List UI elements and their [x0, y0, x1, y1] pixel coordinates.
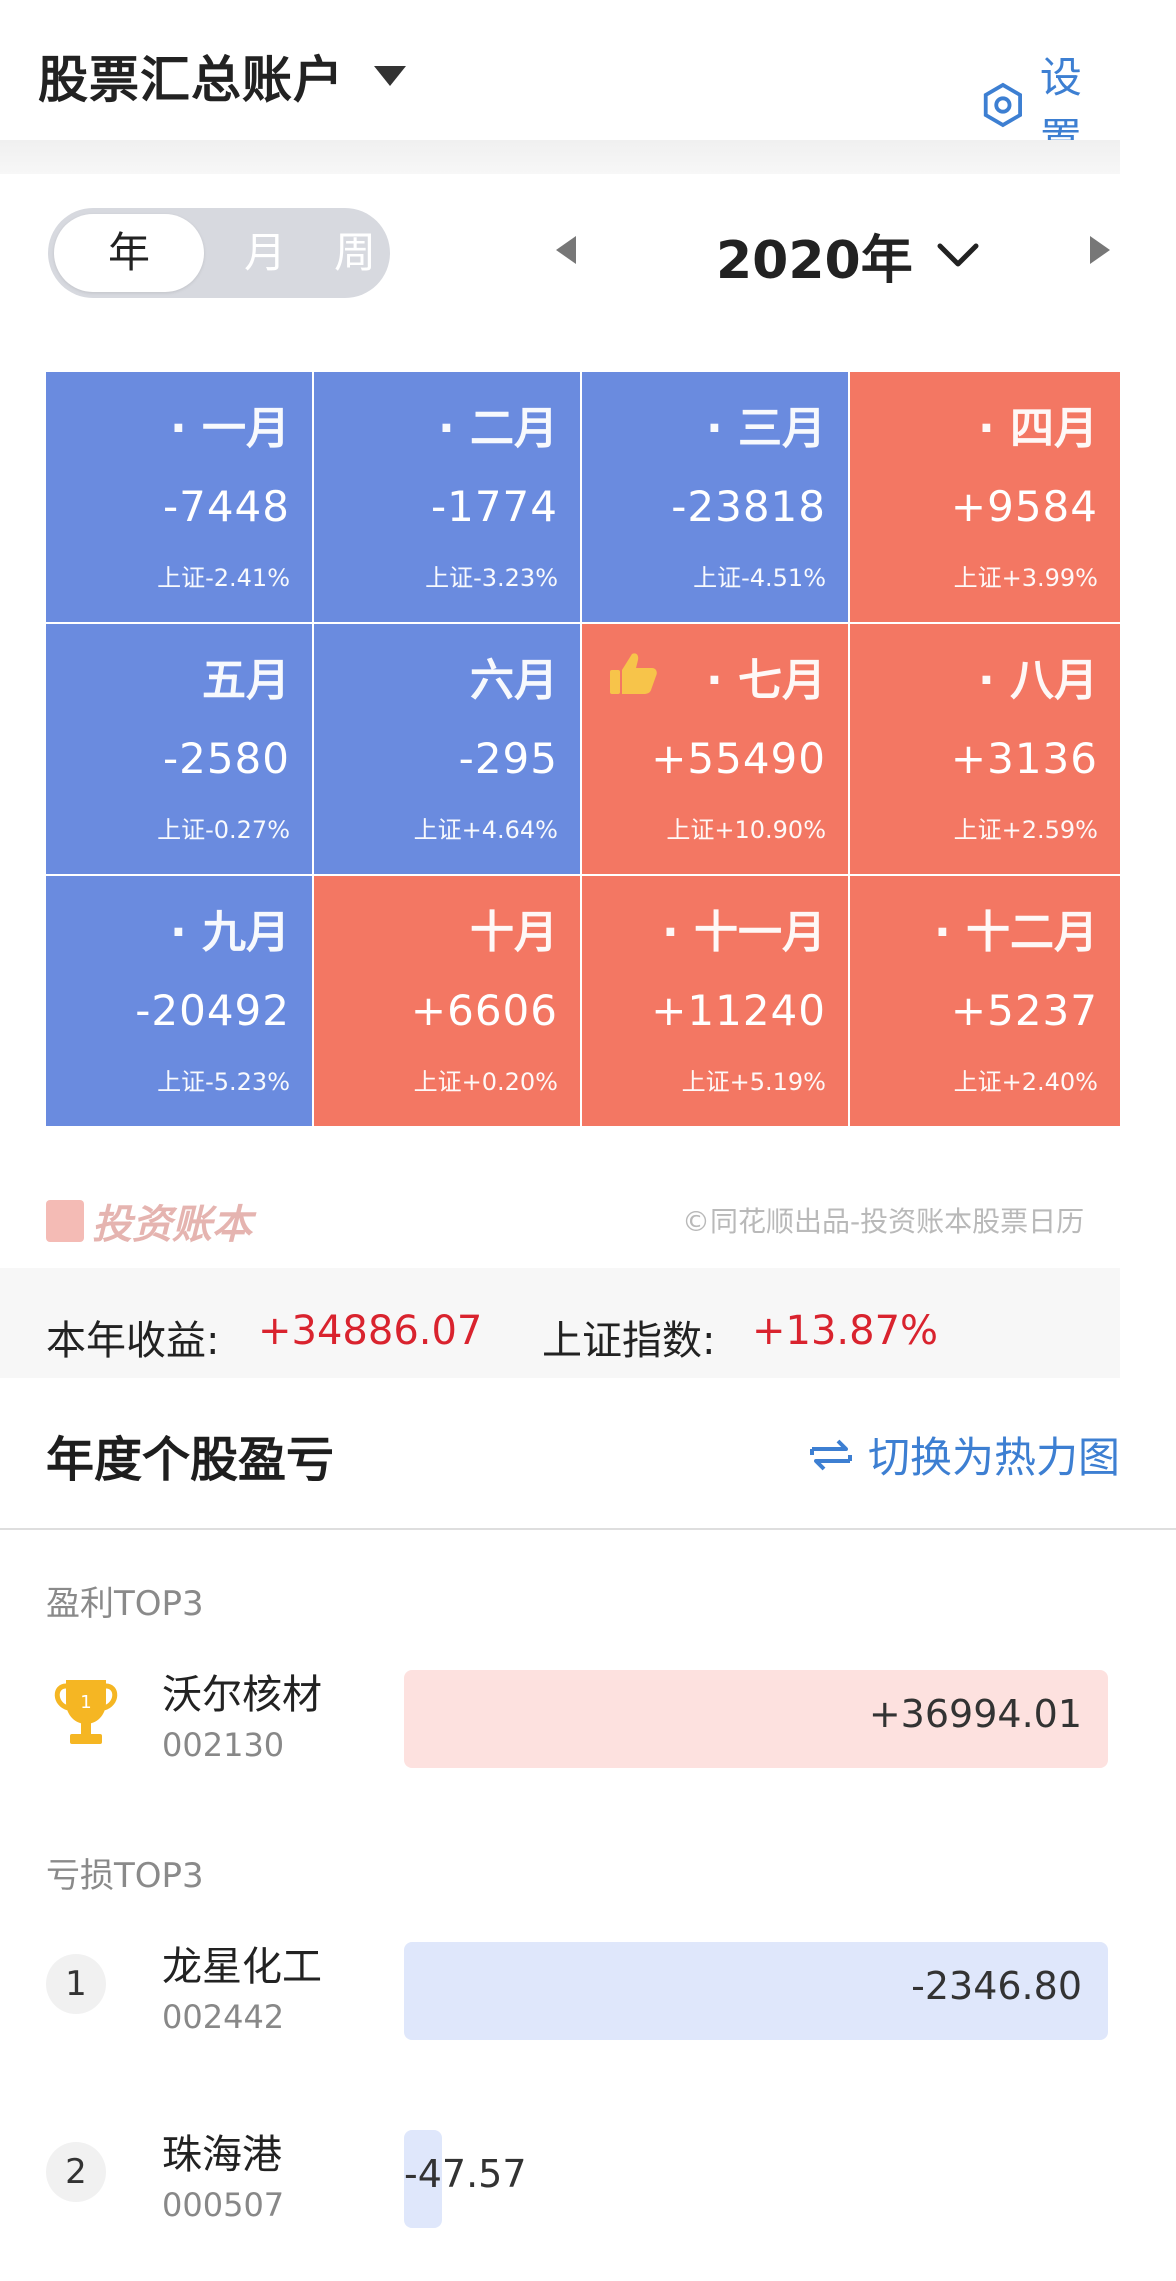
month-cell[interactable]: · 九月 -20492 上证-5.23% — [46, 876, 312, 1126]
gear-icon — [983, 82, 1022, 128]
month-name: 十月 — [470, 907, 558, 958]
month-value: -20492 — [135, 986, 290, 1035]
month-index-change: 上证-4.51% — [693, 564, 826, 592]
stock-name: 珠海港 — [162, 2132, 282, 2178]
header: 股票汇总账户 设置 — [0, 0, 1120, 163]
month-cell[interactable]: · 八月 +3136 上证+2.59% — [850, 624, 1120, 874]
chevron-down-icon — [937, 243, 979, 266]
trophy-rank: 1 — [80, 1692, 91, 1713]
month-name: · 二月 — [437, 403, 558, 454]
profit-top3-label: 盈利TOP3 — [46, 1584, 204, 1624]
month-value: +5237 — [950, 986, 1098, 1035]
month-cell[interactable]: 六月 -295 上证+4.64% — [314, 624, 580, 874]
month-name: 五月 — [202, 655, 290, 706]
month-cell[interactable]: 十月 +6606 上证+0.20% — [314, 876, 580, 1126]
thumbs-up-icon — [610, 653, 657, 694]
rank-badge: 2 — [46, 2142, 106, 2202]
caret-down-icon — [374, 66, 406, 86]
stock-code: 000507 — [162, 2186, 285, 2224]
month-index-change: 上证-0.27% — [157, 816, 290, 844]
stock-code: 002442 — [162, 1998, 285, 2036]
month-name: · 七月 — [705, 655, 826, 706]
tab-year[interactable]: 年 — [54, 214, 204, 292]
year-label: 2020年 — [716, 231, 913, 291]
divider — [0, 1528, 1176, 1530]
month-cell[interactable]: · 三月 -23818 上证-4.51% — [582, 372, 848, 622]
switch-heatmap-button[interactable]: 切换为热力图 — [808, 1424, 1120, 1485]
month-name: · 三月 — [705, 403, 826, 454]
prev-year-arrow-icon[interactable] — [556, 236, 576, 264]
month-cell[interactable]: · 一月 -7448 上证-2.41% — [46, 372, 312, 622]
app-root: 股票汇总账户 设置 年 月 周 2020年 · 一月 -7448 上证-2.41… — [0, 0, 1176, 2281]
month-index-change: 上证-5.23% — [157, 1068, 290, 1096]
swap-icon — [810, 1439, 852, 1470]
index-label: 上证指数: — [542, 1318, 716, 1364]
month-name: 六月 — [470, 655, 558, 706]
profit-row[interactable]: 1 沃尔核材 002130 +36994.01 — [0, 1646, 1176, 1776]
month-index-change: 上证+3.99% — [953, 564, 1098, 592]
watermark-logo-text: 投资账本 — [92, 1202, 252, 1248]
rank-badge: 1 — [46, 1954, 106, 2014]
header-shadow — [0, 140, 1120, 174]
month-name: · 九月 — [169, 907, 290, 958]
month-grid: · 一月 -7448 上证-2.41% · 二月 -1774 上证-3.23% · 三月 -2… — [46, 372, 1120, 1132]
month-name: · 十二月 — [933, 907, 1098, 958]
switch-heatmap-label: 切换为热力图 — [868, 1433, 1121, 1482]
profit-value: +36994.01 — [868, 1692, 1082, 1736]
tab-month[interactable]: 月 — [208, 208, 322, 298]
month-value: +11240 — [651, 986, 826, 1035]
month-value: -7448 — [162, 482, 290, 531]
summary-bar: 本年收益: +34886.07 上证指数: +13.87% — [0, 1268, 1120, 1378]
loss-row[interactable]: 2 珠海港 000507 -47.57 — [0, 2106, 1176, 2236]
month-value: +3136 — [950, 734, 1098, 783]
month-name: · 八月 — [977, 655, 1098, 706]
index-value: +13.87% — [752, 1308, 939, 1354]
month-value: -295 — [458, 734, 558, 783]
month-value: +6606 — [410, 986, 558, 1035]
month-value: +55490 — [651, 734, 826, 783]
month-index-change: 上证-3.23% — [425, 564, 558, 592]
month-index-change: 上证+4.64% — [413, 816, 558, 844]
watermark-credit: ©同花顺出品-投资账本股票日历 — [682, 1205, 1085, 1238]
loss-value: -47.57 — [404, 2152, 527, 2196]
month-cell[interactable]: · 十一月 +11240 上证+5.19% — [582, 876, 848, 1126]
month-cell[interactable]: · 十二月 +5237 上证+2.40% — [850, 876, 1120, 1126]
ledger-icon — [46, 1200, 84, 1242]
month-cell[interactable]: · 四月 +9584 上证+3.99% — [850, 372, 1120, 622]
month-name: · 十一月 — [661, 907, 826, 958]
year-profit-value: +34886.07 — [258, 1308, 483, 1354]
month-cell[interactable]: · 二月 -1774 上证-3.23% — [314, 372, 580, 622]
month-index-change: 上证-2.41% — [157, 564, 290, 592]
trophy-icon: 1 — [54, 1680, 118, 1744]
section-title: 年度个股盈亏 — [46, 1432, 335, 1488]
year-selector[interactable]: 2020年 — [716, 218, 981, 293]
month-cell[interactable]: 五月 -2580 上证-0.27% — [46, 624, 312, 874]
stock-name: 龙星化工 — [162, 1944, 322, 1990]
watermark-logo: 投资账本 — [46, 1192, 252, 1250]
month-value: -23818 — [671, 482, 826, 531]
next-year-arrow-icon[interactable] — [1090, 236, 1110, 264]
account-title: 股票汇总账户 — [38, 51, 344, 109]
month-index-change: 上证+0.20% — [413, 1068, 558, 1096]
stock-code: 002130 — [162, 1726, 285, 1764]
month-index-change: 上证+10.90% — [666, 816, 826, 844]
month-index-change: 上证+2.40% — [953, 1068, 1098, 1096]
account-selector[interactable]: 股票汇总账户 — [38, 40, 406, 112]
month-name: · 一月 — [169, 403, 290, 454]
month-cell[interactable]: · 七月 +55490 上证+10.90% — [582, 624, 848, 874]
month-index-change: 上证+5.19% — [681, 1068, 826, 1096]
loss-value: -2346.80 — [911, 1964, 1082, 2008]
month-value: -1774 — [430, 482, 558, 531]
loss-top3-label: 亏损TOP3 — [46, 1856, 204, 1896]
month-index-change: 上证+2.59% — [953, 816, 1098, 844]
tab-week[interactable]: 周 — [320, 208, 390, 298]
month-value: -2580 — [162, 734, 290, 783]
month-name: · 四月 — [977, 403, 1098, 454]
year-profit-label: 本年收益: — [46, 1318, 220, 1364]
loss-row[interactable]: 1 龙星化工 002442 -2346.80 — [0, 1918, 1176, 2048]
period-switch: 年 月 周 — [48, 208, 390, 298]
stock-name: 沃尔核材 — [162, 1672, 322, 1718]
month-value: +9584 — [950, 482, 1098, 531]
